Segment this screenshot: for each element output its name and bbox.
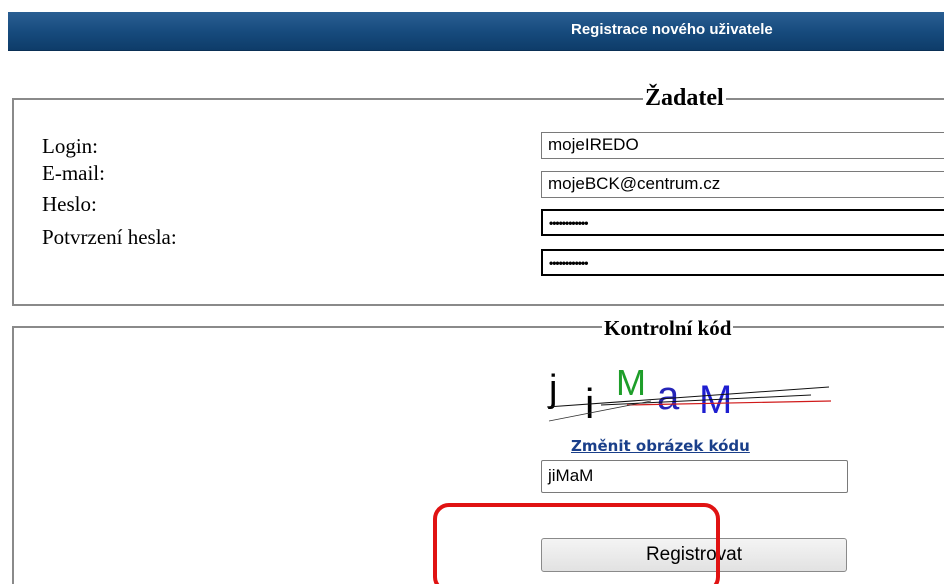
email-input[interactable]: mojeBCK@centrum.cz (541, 171, 944, 198)
captcha-fieldset: Kontrolní kód j i M a M Změnit obrázek k… (12, 315, 944, 584)
change-captcha-link[interactable]: Změnit obrázek kódu (571, 437, 750, 455)
svg-text:M: M (616, 365, 646, 403)
captcha-image: j i M a M (541, 365, 833, 423)
confirm-password-input[interactable]: •••••••••••• (541, 249, 944, 276)
login-input[interactable]: mojeIREDO (541, 132, 944, 159)
svg-text:j: j (548, 368, 557, 410)
applicant-legend: Žadatel (643, 83, 726, 113)
register-button[interactable]: Registrovat (541, 538, 847, 572)
login-label: Login: (42, 134, 98, 158)
page-title: Registrace nového uživatele (571, 21, 773, 38)
registration-page: Registrace nového uživatele Žadatel Logi… (0, 0, 944, 584)
password-input[interactable]: •••••••••••• (541, 209, 944, 236)
password-label: Heslo: (42, 192, 97, 216)
confirm-password-label: Potvrzení hesla: (42, 225, 177, 249)
header-bar: Registrace nového uživatele (8, 12, 944, 51)
captcha-input[interactable]: jiMaM (541, 460, 848, 493)
svg-text:a: a (657, 374, 680, 418)
svg-text:i: i (585, 380, 594, 423)
applicant-fieldset: Žadatel Login: mojeIREDO E-mail: mojeBCK… (12, 83, 944, 306)
captcha-legend: Kontrolní kód (602, 315, 734, 341)
email-label: E-mail: (42, 161, 105, 185)
